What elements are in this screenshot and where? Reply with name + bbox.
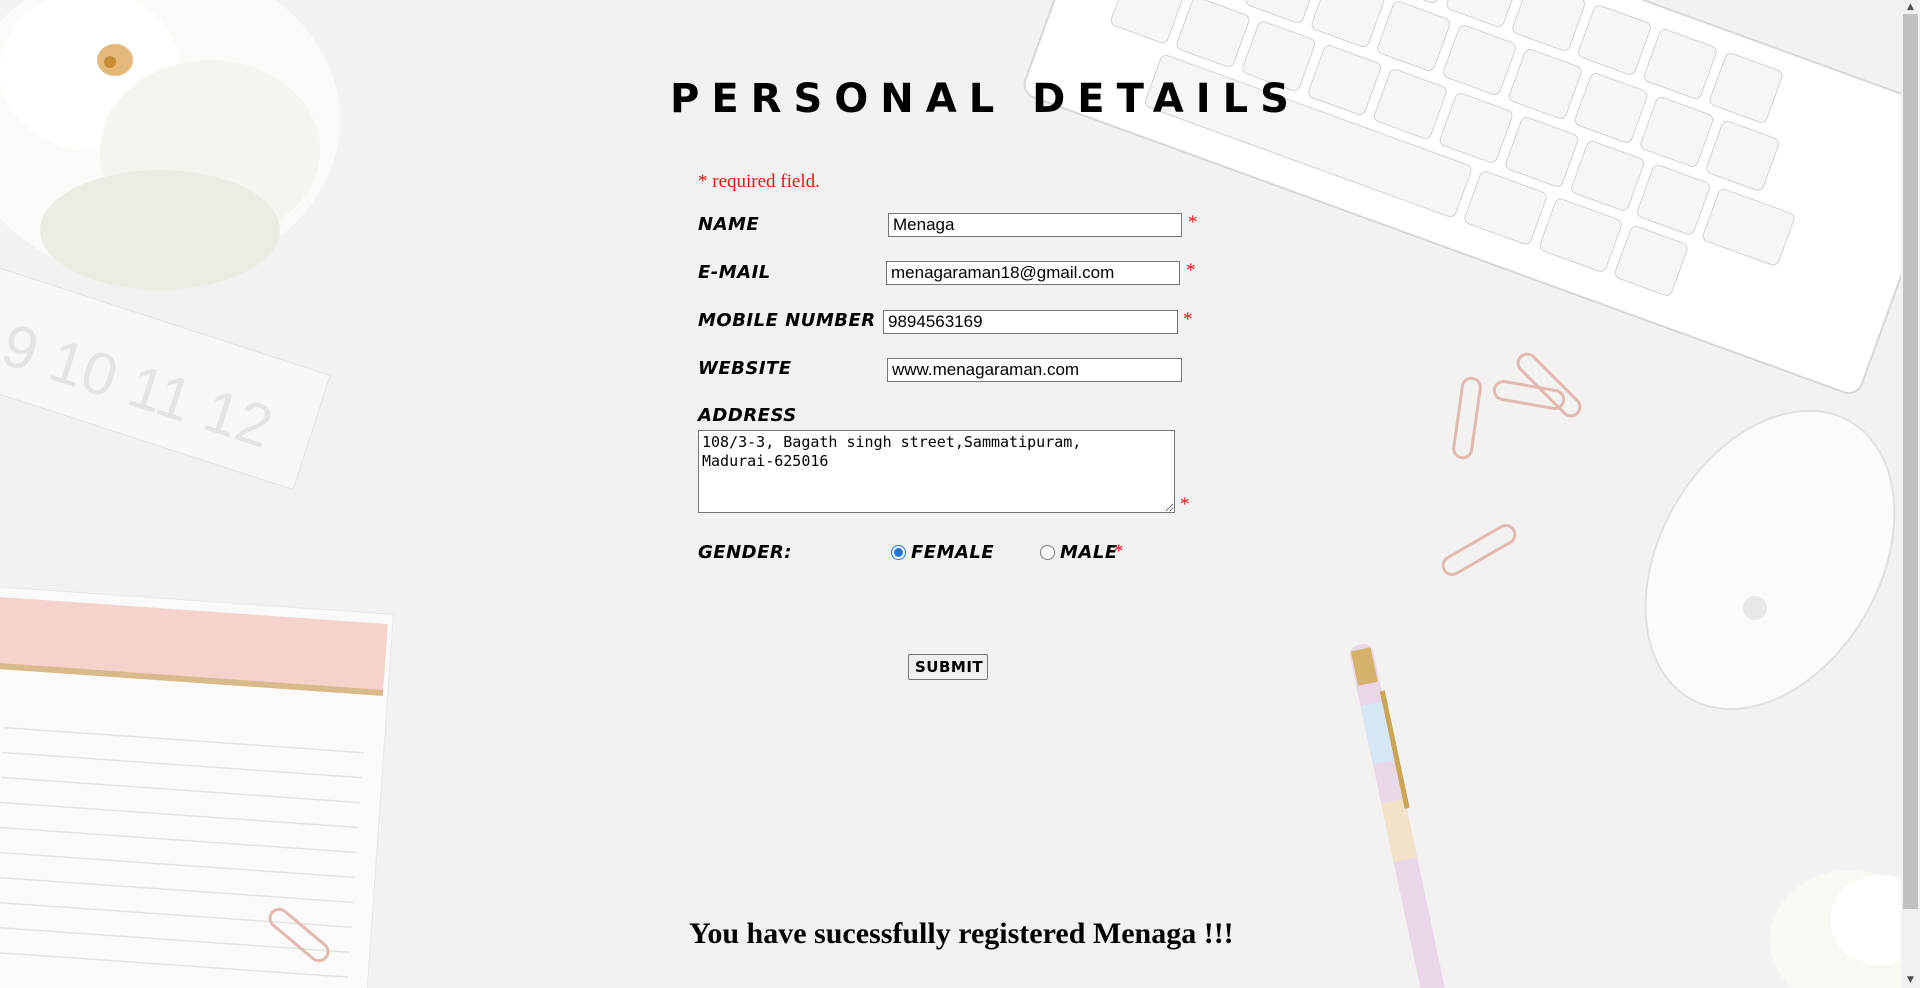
- name-required-marker: *: [1188, 212, 1198, 233]
- address-required-marker: *: [1180, 494, 1190, 515]
- gender-label-text: GENDER: [698, 542, 785, 563]
- male-radio[interactable]: [1040, 545, 1055, 560]
- mobile-required-marker: *: [1183, 309, 1193, 330]
- notepad-illustration: [0, 586, 394, 988]
- mouse-illustration: [1644, 409, 1896, 711]
- gender-required-marker: *: [1114, 541, 1124, 562]
- pen-illustration: [1349, 643, 1445, 988]
- scrollbar-thumb[interactable]: [1903, 14, 1918, 909]
- website-input[interactable]: [887, 358, 1182, 382]
- address-label: ADDRESS: [698, 405, 797, 426]
- gender-label: GENDER:: [698, 542, 792, 563]
- success-message: You have sucessfully registered Menaga !…: [689, 917, 1234, 950]
- scroll-down-arrow-icon[interactable]: ▼: [1905, 975, 1916, 986]
- email-input[interactable]: [886, 261, 1180, 285]
- scroll-up-arrow-icon[interactable]: ▲: [1905, 2, 1916, 13]
- keyboard-illustration: [1023, 0, 1920, 395]
- mobile-input[interactable]: [883, 310, 1178, 334]
- ruler-illustration: 9 10 11 12: [0, 263, 331, 491]
- submit-button[interactable]: SUBMIT: [908, 654, 988, 680]
- flower-bottom-right-illustration: [1770, 870, 1920, 988]
- email-required-marker: *: [1186, 260, 1196, 281]
- mobile-label: MOBILE NUMBER: [698, 310, 876, 331]
- address-textarea[interactable]: [698, 430, 1175, 513]
- male-label: MALE: [1060, 542, 1118, 563]
- female-label: FEMALE: [911, 542, 995, 563]
- name-label: NAME: [698, 214, 760, 235]
- email-label: E-MAIL: [698, 262, 771, 283]
- name-input[interactable]: [888, 213, 1182, 237]
- required-field-note: * required field.: [698, 171, 820, 192]
- female-radio[interactable]: [891, 545, 906, 560]
- white-flower-illustration: [0, 0, 340, 290]
- page-title: PERSONAL DETAILS: [670, 76, 1301, 122]
- gender-label-colon: :: [784, 542, 792, 563]
- website-label: WEBSITE: [698, 358, 792, 379]
